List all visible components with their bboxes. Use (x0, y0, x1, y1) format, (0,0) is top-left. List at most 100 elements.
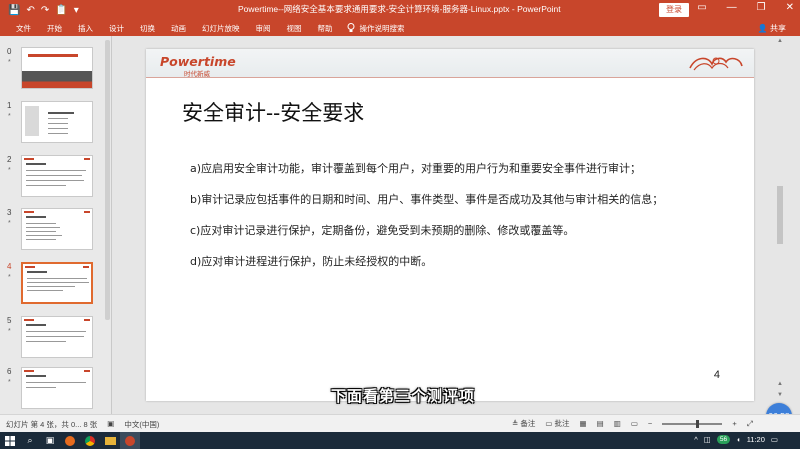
network-icon[interactable]: ◫ (704, 435, 711, 444)
window-controls: ▭ — ❐ ✕ (697, 2, 794, 13)
quick-access-toolbar: 💾 ↶ ↷ 📋 ▾ (0, 5, 79, 16)
slide-thumbnail[interactable] (21, 101, 93, 143)
tray-caret-icon[interactable]: ^ (694, 435, 698, 444)
slide-thumbnail[interactable] (21, 367, 93, 409)
tab-help[interactable]: 帮助 (310, 23, 341, 34)
tab-file[interactable]: 文件 (8, 23, 39, 34)
powerpoint-taskbar-icon[interactable] (120, 432, 140, 449)
tab-review[interactable]: 审阅 (248, 23, 279, 34)
restore-icon[interactable]: ❐ (757, 2, 766, 13)
chrome-icon[interactable] (80, 432, 100, 449)
thumbnail-number: 6 (7, 367, 12, 376)
thumbnail-line (48, 118, 68, 119)
slideshow-icon[interactable]: ▭ (631, 419, 638, 428)
bullet-item: b)审计记录应包括事件的日期和时间、用户、事件类型、事件是否成功及其他与审计相关… (190, 193, 664, 206)
comments-button[interactable]: ▭ 批注 (545, 418, 569, 429)
status-right: ≜ 备注 ▭ 批注 ▦ ▤ ▥ ▭ − + ⤢ (512, 418, 753, 429)
undo-icon[interactable]: ↶ (26, 5, 34, 16)
login-button[interactable]: 登录 (659, 3, 689, 17)
status-bar: 幻灯片 第 4 张，共 0... 8 张 ▣ 中文(中国) ≜ 备注 ▭ 批注 … (0, 414, 800, 432)
slide-sorter-icon[interactable]: ▤ (597, 419, 604, 428)
thumbnail-cloud (84, 319, 90, 321)
main-area: 0 * 1 * 2 * 3 * 4 * 5 * 6 * Powertime 时代… (0, 36, 800, 414)
tab-slideshow[interactable]: 幻灯片放映 (194, 23, 248, 34)
thumbnail-cloud (84, 211, 90, 213)
tab-transitions[interactable]: 切换 (132, 23, 163, 34)
thumbnail-line (27, 286, 75, 287)
presenter-icon[interactable]: 📋 (55, 5, 67, 16)
tray-badge[interactable]: 56 (716, 435, 731, 444)
notes-button[interactable]: ≜ 备注 (512, 418, 535, 429)
thumbnail-logo (24, 319, 34, 321)
thumbnail-star: * (8, 220, 11, 227)
slide-title[interactable]: 安全审计--安全要求 (182, 97, 364, 127)
status-left: 幻灯片 第 4 张，共 0... 8 张 ▣ 中文(中国) (6, 419, 159, 430)
tab-design[interactable]: 设计 (101, 23, 132, 34)
slide-vertical-scrollbar[interactable]: ▲ ▲ ▼ (776, 36, 784, 414)
tell-me-search[interactable]: 操作说明搜索 (341, 23, 405, 34)
thumbnail-star: * (8, 113, 11, 120)
scroll-down-icon[interactable]: ▼ (777, 392, 783, 398)
thumbnail-title (27, 271, 47, 273)
thumbnail-figure (25, 106, 39, 136)
windows-taskbar: ⌕ ▣ ^ ◫ 56 ◖ 11:20 ▭ (0, 432, 800, 449)
customize-qat-icon[interactable]: ▾ (74, 5, 79, 16)
tab-view[interactable]: 视图 (279, 23, 310, 34)
bullet-item: c)应对审计记录进行保护，定期备份，避免受到未预期的删除、修改或覆盖等。 (190, 224, 575, 237)
slide-thumbnail[interactable] (21, 47, 93, 89)
slide-thumbnail-selected[interactable] (21, 262, 93, 304)
redo-icon[interactable]: ↷ (41, 5, 49, 16)
system-tray: ^ ◫ 56 ◖ 11:20 ▭ (694, 435, 778, 444)
thumbnail-logo (24, 158, 34, 160)
slide-thumbnail[interactable] (21, 316, 93, 358)
windows-start-icon[interactable] (0, 432, 20, 449)
slide-thumbnail-pane[interactable]: 0 * 1 * 2 * 3 * 4 * 5 * 6 * (0, 36, 112, 414)
thumbnail-logo (24, 211, 34, 213)
fit-slide-icon[interactable]: ⤢ (747, 419, 753, 429)
thumbnail-line (26, 387, 56, 388)
clock[interactable]: 11:20 (747, 435, 765, 444)
save-icon[interactable]: 💾 (8, 5, 20, 16)
ribbon-display-icon[interactable]: ▭ (697, 2, 706, 13)
current-slide[interactable]: Powertime 时代新威 安全审计--安全要求 a)应启用安全审计功能，审计… (146, 49, 754, 401)
search-icon[interactable]: ⌕ (20, 432, 40, 449)
zoom-in-icon[interactable]: + (732, 419, 736, 428)
thumbnail-line (26, 235, 62, 236)
scroll-up-icon[interactable]: ▲ (777, 381, 783, 387)
slide-content[interactable]: a)应启用安全审计功能，审计覆盖到每个用户，对重要的用户行为和重要安全事件进行审… (190, 162, 730, 286)
slide-editing-area[interactable]: Powertime 时代新威 安全审计--安全要求 a)应启用安全审计功能，审计… (112, 36, 788, 414)
comments-label: 批注 (554, 419, 570, 428)
zoom-slider-knob[interactable] (696, 419, 700, 428)
task-view-icon[interactable]: ▣ (40, 432, 60, 449)
powertime-logo-subtitle: 时代新威 (184, 71, 210, 78)
language-indicator[interactable]: 中文(中国) (124, 419, 159, 430)
thumbnail-line (48, 133, 68, 134)
scroll-up-icon[interactable]: ▲ (777, 38, 783, 44)
reading-view-icon[interactable]: ▥ (614, 419, 621, 428)
notifications-icon[interactable]: ▭ (771, 435, 778, 444)
slide-thumbnail[interactable] (21, 208, 93, 250)
tab-insert[interactable]: 插入 (70, 23, 101, 34)
powertime-logo: Powertime (160, 54, 236, 69)
share-button[interactable]: 👤 共享 (758, 23, 786, 34)
lightbulb-icon (347, 23, 354, 32)
normal-view-icon[interactable]: ▦ (580, 419, 587, 428)
tab-home[interactable]: 开始 (39, 23, 70, 34)
file-explorer-icon[interactable] (100, 432, 120, 449)
firefox-icon[interactable] (60, 432, 80, 449)
zoom-slider[interactable] (662, 419, 723, 428)
thumbnail-logo (24, 370, 34, 372)
thumbnail-cloud (84, 158, 90, 160)
volume-icon[interactable]: ◖ (736, 435, 741, 444)
thumbnail-title-bar (28, 54, 78, 57)
scrollbar-thumb[interactable] (777, 186, 783, 244)
spellcheck-icon[interactable]: ▣ (107, 419, 114, 430)
minimize-icon[interactable]: — (727, 2, 737, 13)
tab-animations[interactable]: 动画 (163, 23, 194, 34)
ribbon-tabs: 文件 开始 插入 设计 切换 动画 幻灯片放映 审阅 视图 帮助 操作说明搜索 (0, 20, 800, 36)
thumbnail-scrollbar[interactable] (105, 40, 110, 320)
zoom-out-icon[interactable]: − (648, 419, 652, 428)
slide-header-divider (146, 77, 754, 78)
slide-thumbnail[interactable] (21, 155, 93, 197)
close-icon[interactable]: ✕ (786, 2, 794, 13)
